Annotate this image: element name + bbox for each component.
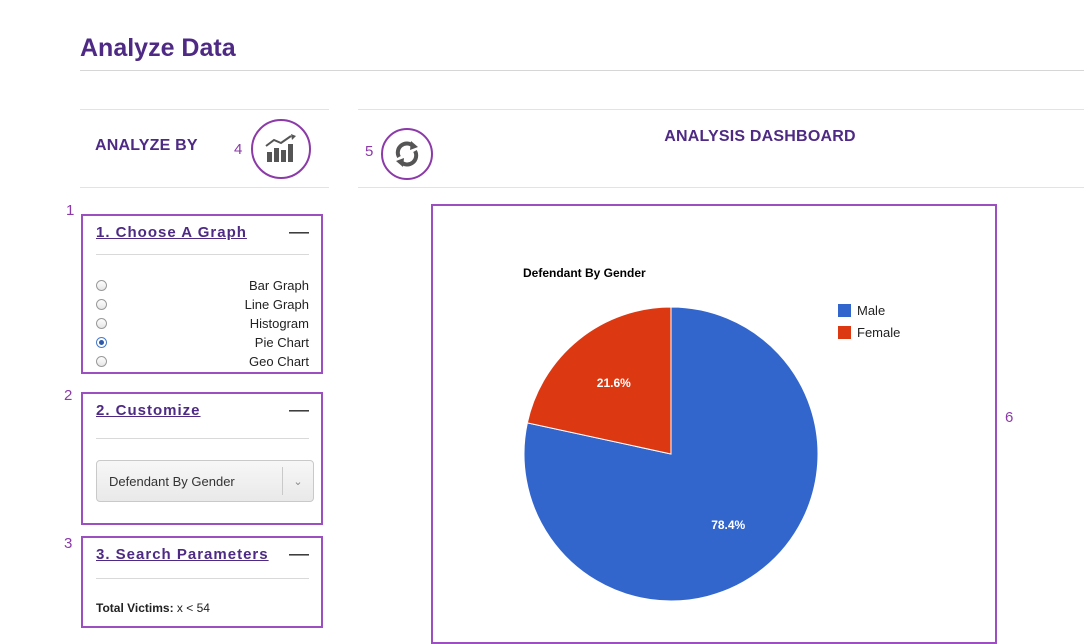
refresh-icon (395, 141, 419, 167)
left-header-bottom-divider (80, 187, 329, 188)
annotation-marker-3: 3 (64, 535, 73, 552)
panel-divider (96, 578, 309, 579)
chart-type-select-value: Defendant By Gender (109, 473, 235, 489)
analyze-chart-button[interactable] (251, 119, 311, 179)
legend-label-male: Male (857, 303, 885, 318)
bar-chart-trend-icon (265, 134, 296, 162)
panel-divider (96, 438, 309, 439)
customize-collapse-icon[interactable]: — (289, 400, 309, 420)
dashboard-header-top-divider (358, 109, 1084, 110)
graph-option-bar[interactable]: Bar Graph (96, 276, 309, 295)
annotation-marker-4: 4 (234, 141, 243, 158)
search-parameters-header: 3. Search Parameters — (96, 544, 309, 568)
customize-toggle[interactable]: 2. Customize (96, 402, 201, 419)
graph-option-geo[interactable]: Geo Chart (96, 352, 309, 371)
total-victims-parameter: Total Victims: x < 54 (96, 601, 210, 615)
chart-panel: Defendant By Gender 78.4% 21.6% Male Female (431, 204, 997, 644)
histogram-label: Histogram (249, 316, 309, 331)
choose-graph-collapse-icon[interactable]: — (289, 222, 309, 242)
customize-header: 2. Customize — (96, 400, 309, 424)
search-parameters-collapse-icon[interactable]: — (289, 544, 309, 564)
refresh-button[interactable] (381, 128, 433, 180)
title-divider (80, 70, 1084, 71)
line-graph-radio[interactable] (96, 299, 107, 310)
graph-option-histogram[interactable]: Histogram (96, 314, 309, 333)
pie-label-female: 21.6% (597, 376, 631, 390)
annotation-marker-1: 1 (66, 202, 75, 219)
chevron-down-icon: ⌄ (282, 467, 313, 495)
histogram-radio[interactable] (96, 318, 107, 329)
chart-type-select[interactable]: Defendant By Gender ⌄ (96, 460, 314, 502)
annotation-marker-2: 2 (64, 387, 73, 404)
panel-divider (96, 254, 309, 255)
search-parameters-panel: 3. Search Parameters — Total Victims: x … (81, 536, 323, 628)
annotation-marker-5: 5 (365, 143, 374, 160)
graph-option-line[interactable]: Line Graph (96, 295, 309, 314)
bar-graph-label: Bar Graph (249, 278, 309, 293)
choose-graph-header: 1. Choose A Graph — (96, 222, 309, 246)
choose-graph-toggle[interactable]: 1. Choose A Graph (96, 224, 247, 241)
total-victims-label: Total Victims: (96, 601, 174, 615)
search-parameters-toggle[interactable]: 3. Search Parameters (96, 546, 269, 563)
graph-option-pie[interactable]: Pie Chart (96, 333, 309, 352)
pie-chart: Defendant By Gender 78.4% 21.6% Male Female (523, 266, 900, 602)
dashboard-heading: ANALYSIS DASHBOARD (664, 128, 856, 145)
pie-chart-radio[interactable] (96, 337, 107, 348)
left-header-top-divider (80, 109, 329, 110)
line-graph-label: Line Graph (244, 297, 309, 312)
chart-title: Defendant By Gender (523, 266, 646, 280)
legend-swatch-female (838, 326, 851, 339)
dashboard-header-bottom-divider (358, 187, 1084, 188)
choose-graph-panel: 1. Choose A Graph — Bar Graph Line Graph… (81, 214, 323, 374)
pie-chart-label: Pie Chart (254, 335, 309, 350)
pie-label-male: 78.4% (711, 518, 745, 532)
analyze-by-heading: ANALYZE BY (95, 137, 198, 154)
legend-label-female: Female (857, 325, 900, 340)
page-title: Analyze Data (80, 34, 236, 62)
customize-panel: 2. Customize — Defendant By Gender ⌄ (81, 392, 323, 525)
bar-graph-radio[interactable] (96, 280, 107, 291)
geo-chart-label: Geo Chart (249, 354, 309, 369)
total-victims-value: x < 54 (176, 601, 210, 615)
legend-swatch-male (838, 304, 851, 317)
annotation-marker-6: 6 (1005, 409, 1014, 426)
geo-chart-radio[interactable] (96, 356, 107, 367)
